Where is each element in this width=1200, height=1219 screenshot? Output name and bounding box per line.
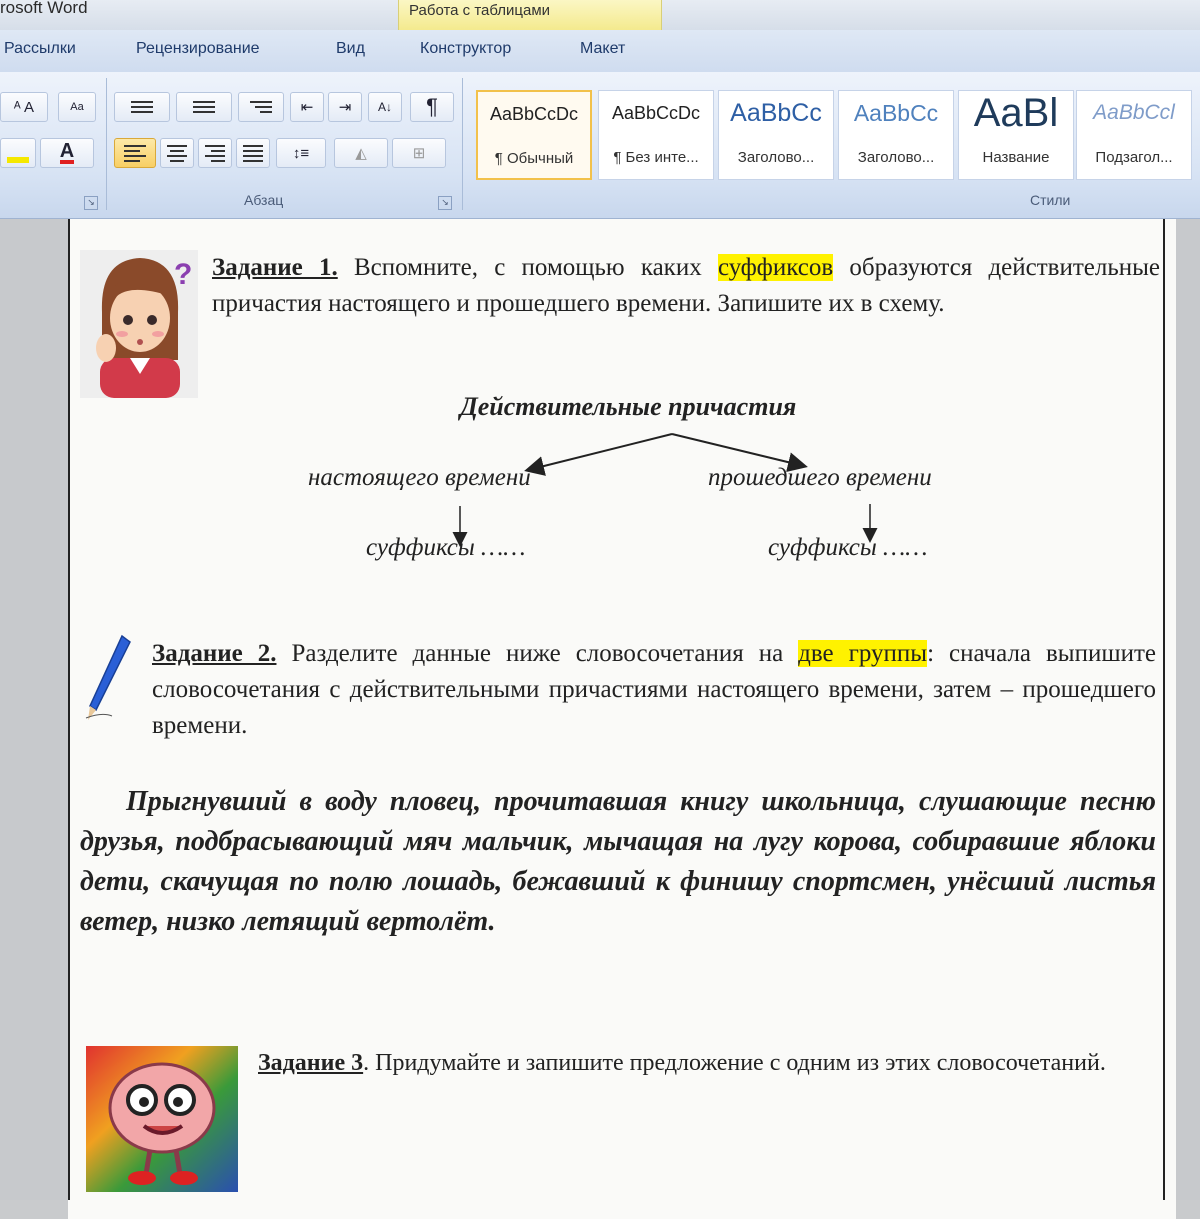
align-center-button[interactable] <box>160 138 194 168</box>
right-leaf-label: суффиксы …… <box>768 534 928 561</box>
style-sample: AaBbCcl <box>1093 101 1175 124</box>
tab-mailings[interactable]: Рассылки <box>4 40 76 58</box>
style-title[interactable]: AaBl Название <box>958 90 1074 180</box>
right-branch-label: прошедшего времени <box>708 464 932 491</box>
font-color-icon: A <box>59 140 75 164</box>
style-sample: AaBl <box>973 91 1059 135</box>
style-sample: AaBbCc <box>853 100 939 126</box>
tab-layout[interactable]: Макет <box>580 40 625 58</box>
multilevel-list-icon <box>250 101 272 113</box>
task-2-paragraph: Задание 2. Разделите данные ниже словосо… <box>152 636 1156 744</box>
paragraph-dialog-launcher-icon[interactable]: ↘ <box>438 196 452 210</box>
pilcrow-icon: ¶ <box>426 94 438 119</box>
style-heading-1[interactable]: AaBbCc Заголово... <box>718 90 834 180</box>
justify-icon <box>243 144 263 162</box>
line-spacing-icon: ↕≡ <box>292 144 310 162</box>
group-divider <box>106 78 107 210</box>
style-name: Подзагол... <box>1095 149 1173 166</box>
font-color-button[interactable]: A <box>40 138 94 168</box>
align-left-icon <box>124 144 146 162</box>
style-name: Название <box>982 149 1050 166</box>
style-heading-2[interactable]: AaBbCc Заголово... <box>838 90 954 180</box>
task-1-label: Задание 1. <box>212 254 338 281</box>
highlighter-icon <box>7 157 29 163</box>
left-branch-label: настоящего времени <box>308 464 531 491</box>
font-dialog-launcher-icon[interactable]: ↘ <box>84 196 98 210</box>
task-3-text: . Придумайте и запишите предложение с од… <box>363 1050 1106 1076</box>
show-formatting-button[interactable]: ¶ <box>410 92 454 122</box>
paragraph-group-label: Абзац <box>244 192 284 208</box>
svg-text:?: ? <box>174 258 192 291</box>
thinking-girl-illustration: ? <box>80 250 198 398</box>
align-left-button[interactable] <box>114 138 156 168</box>
arrow-left <box>524 433 673 476</box>
context-header-label: Работа с таблицами <box>409 2 551 19</box>
multilevel-list-button[interactable] <box>238 92 284 122</box>
line-spacing-button[interactable]: ↕≡ <box>276 138 326 168</box>
style-subtitle[interactable]: AaBbCcl Подзагол... <box>1076 90 1192 180</box>
style-no-spacing[interactable]: AaBbCcDc ¶ Без инте... <box>598 90 714 180</box>
style-sample: AaBbCcDc <box>489 104 579 124</box>
bullets-button[interactable] <box>114 92 170 122</box>
style-normal[interactable]: AaBbCcDc ¶ Обычный <box>476 90 592 180</box>
task-2-highlight: две группы <box>798 640 928 667</box>
task-1-highlight: суффиксов <box>717 254 834 281</box>
numbering-icon <box>193 101 215 113</box>
change-case-button[interactable]: Aa <box>58 92 96 122</box>
table-tools-context-header: Работа с таблицами <box>398 0 662 30</box>
style-name: ¶ Без инте... <box>613 149 699 166</box>
task-3-label: Задание 3 <box>258 1050 364 1076</box>
task-3-paragraph: Задание 3. Придумайте и запишите предлож… <box>258 1046 1138 1080</box>
shading-button[interactable]: ◭ <box>334 138 388 168</box>
table-border-left <box>68 219 70 1200</box>
decrease-indent-icon: ⇤ <box>300 99 314 116</box>
title-bar: rosoft Word Работа с таблицами <box>0 0 1200 30</box>
sort-icon: А↓ <box>377 100 392 114</box>
increase-indent-icon: ⇥ <box>338 99 352 116</box>
task-1-paragraph: Задание 1. Вспомните, с помощью каких су… <box>212 250 1160 322</box>
style-name: ¶ Обычный <box>494 150 574 167</box>
tab-view[interactable]: Вид <box>336 40 365 58</box>
style-sample: AaBbCcDc <box>611 103 701 123</box>
shrink-font-button[interactable]: ᴬ A <box>0 92 48 122</box>
align-right-icon <box>205 144 225 162</box>
task-2-label: Задание 2. <box>152 640 277 667</box>
table-border-right <box>1163 219 1165 1200</box>
align-right-button[interactable] <box>198 138 232 168</box>
borders-button[interactable]: ⊞ <box>392 138 446 168</box>
task-1-text-before: Вспомните, с помощью каких <box>353 254 702 281</box>
change-case-icon: Aa <box>70 101 84 113</box>
participles-diagram: Действительные причастия настоящего врем… <box>300 388 1000 578</box>
style-name: Заголово... <box>737 149 815 166</box>
tab-review[interactable]: Рецензирование <box>136 40 260 58</box>
pen-icon <box>85 634 131 720</box>
styles-group-label: Стили <box>1030 192 1071 208</box>
ribbon: ᴬ A Aa A ↘ ⇤ ⇥ А↓ ¶ ↕≡ ◭ ⊞ Абзац ↘ AaBbC… <box>0 72 1200 219</box>
increase-indent-button[interactable]: ⇥ <box>328 92 362 122</box>
left-leaf-label: суффиксы …… <box>366 534 526 561</box>
group-divider <box>462 78 463 210</box>
justify-button[interactable] <box>236 138 270 168</box>
task-2-text-before: Разделите данные ниже словосочетания на <box>291 640 784 667</box>
numbering-button[interactable] <box>176 92 232 122</box>
highlight-color-button[interactable] <box>0 138 36 168</box>
brain-character-illustration <box>86 1046 238 1192</box>
borders-icon: ⊞ <box>412 145 426 162</box>
bullets-icon <box>131 101 153 113</box>
decrease-indent-button[interactable]: ⇤ <box>290 92 324 122</box>
arrow-right <box>671 433 808 472</box>
ribbon-tabs: Рассылки Рецензирование Вид Конструктор … <box>0 30 1200 72</box>
tab-design[interactable]: Конструктор <box>420 40 511 58</box>
sort-button[interactable]: А↓ <box>368 92 402 122</box>
style-name: Заголово... <box>857 149 935 166</box>
align-center-icon <box>167 144 187 162</box>
app-title: rosoft Word <box>0 0 88 17</box>
paint-bucket-icon: ◭ <box>355 145 367 162</box>
font-size-icon: ᴬ A <box>13 98 35 116</box>
style-sample: AaBbCc <box>730 99 822 127</box>
phrases-paragraph: Прыгнувший в воду пловец, прочитавшая кн… <box>80 786 1156 937</box>
